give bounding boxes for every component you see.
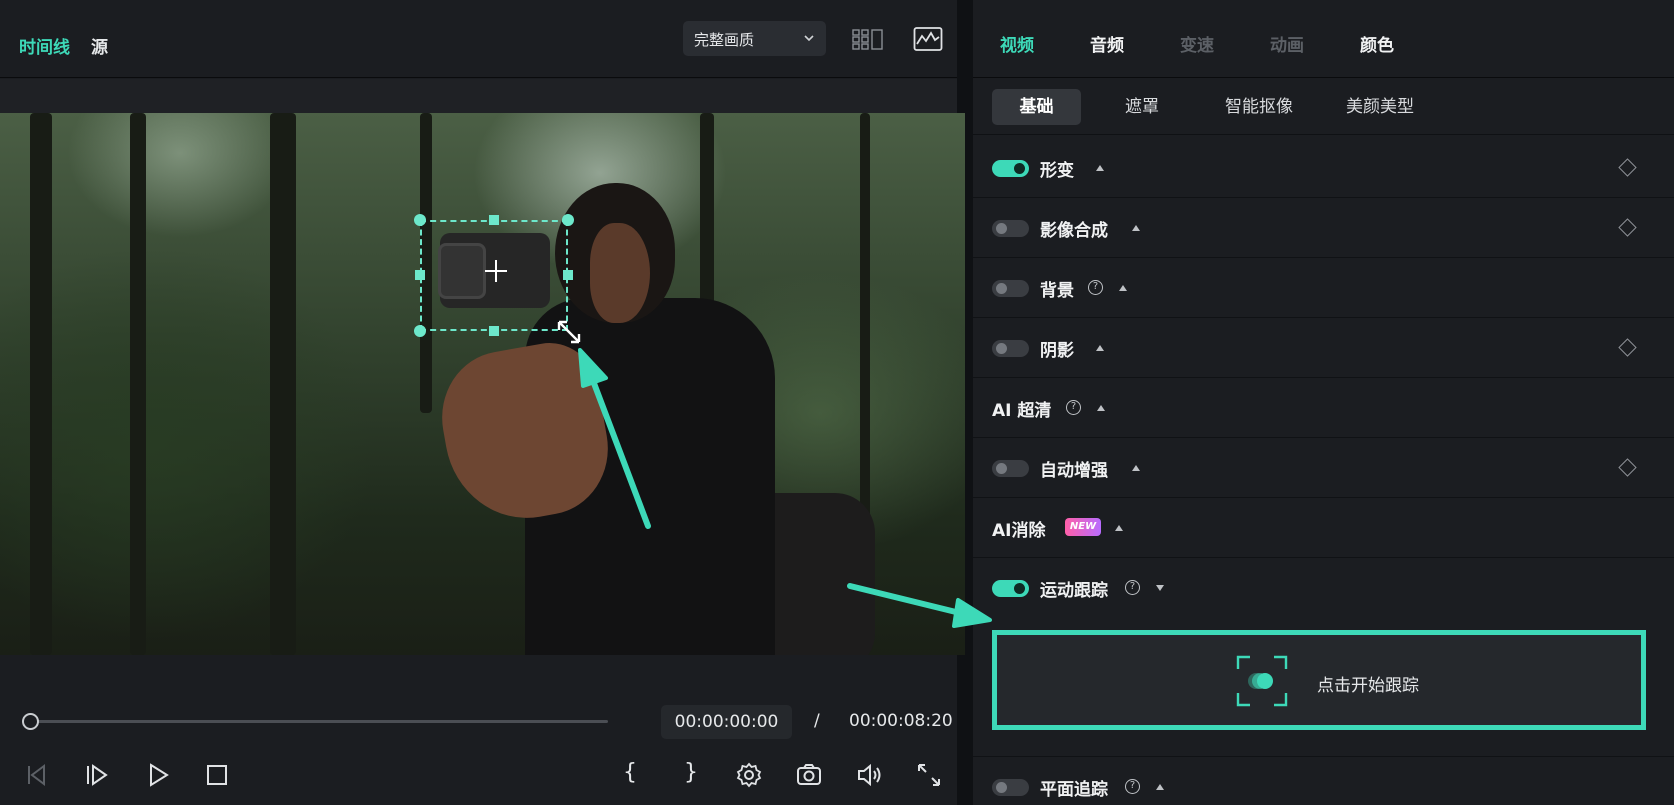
tab-color[interactable]: 颜色 — [1360, 31, 1394, 56]
tab-speed: 变速 — [1180, 36, 1214, 56]
playback-scrubber[interactable] — [30, 720, 608, 723]
resize-handle[interactable] — [414, 325, 426, 337]
caret-up-icon[interactable] — [1115, 525, 1123, 531]
waveform-scope-icon[interactable] — [913, 26, 943, 52]
subtab-beauty[interactable]: 美颜美型 — [1324, 89, 1436, 125]
person-face — [590, 223, 650, 323]
tree-trunk — [860, 113, 870, 533]
viewer-band — [0, 79, 957, 113]
resize-handle[interactable] — [489, 326, 499, 336]
crosshair-icon — [485, 260, 507, 282]
grid-icon[interactable] — [852, 28, 884, 50]
shadow-label: 阴影 — [1040, 341, 1074, 361]
start-tracking-button[interactable]: 点击开始跟踪 — [992, 630, 1646, 730]
section-ai-upscale[interactable]: AI 超清 ? — [973, 378, 1674, 438]
caret-up-icon[interactable] — [1132, 465, 1140, 471]
tab-source[interactable]: 源 — [91, 33, 108, 58]
section-compositing[interactable]: 影像合成 — [973, 198, 1674, 258]
motion-tracking-label: 运动跟踪 — [1040, 581, 1108, 601]
compositing-label: 影像合成 — [1040, 221, 1108, 241]
current-time: 00:00:00:00 — [661, 705, 792, 739]
caret-up-icon[interactable] — [1097, 405, 1105, 411]
section-ai-erase[interactable]: AI消除 NEW — [973, 498, 1674, 558]
keyframe-diamond-icon[interactable] — [1618, 338, 1637, 357]
auto-enhance-toggle[interactable] — [992, 460, 1029, 477]
transform-toggle[interactable] — [992, 160, 1029, 177]
help-icon[interactable]: ? — [1066, 400, 1081, 415]
section-shadow[interactable]: 阴影 — [973, 318, 1674, 378]
caret-down-icon[interactable] — [1156, 585, 1164, 591]
keyframe-diamond-icon[interactable] — [1618, 218, 1637, 237]
resize-handle[interactable] — [489, 215, 499, 225]
tree-trunk — [30, 113, 52, 655]
mark-in-icon[interactable]: { — [623, 760, 637, 785]
fullscreen-icon[interactable] — [916, 762, 942, 788]
snapshot-icon[interactable] — [796, 762, 822, 788]
chevron-down-icon — [804, 35, 814, 42]
subtab-smart-cutout[interactable]: 智能抠像 — [1203, 89, 1315, 125]
background-toggle[interactable] — [992, 280, 1029, 297]
subtab-basic[interactable]: 基础 — [992, 89, 1081, 125]
auto-enhance-label: 自动增强 — [1040, 461, 1108, 481]
subtab-mask[interactable]: 遮罩 — [1100, 89, 1184, 125]
keyframe-diamond-icon[interactable] — [1618, 458, 1637, 477]
caret-up-icon[interactable] — [1096, 165, 1104, 171]
section-motion-tracking[interactable]: 运动跟踪 ? — [973, 558, 1674, 618]
new-badge: NEW — [1065, 518, 1101, 536]
start-tracking-label: 点击开始跟踪 — [1317, 676, 1419, 696]
volume-icon[interactable] — [856, 762, 882, 788]
section-auto-enhance[interactable]: 自动增强 — [973, 438, 1674, 498]
tree-trunk — [130, 113, 146, 655]
resize-cursor-icon — [557, 320, 581, 344]
section-planar-tracking[interactable]: 平面追踪 ? — [973, 756, 1674, 805]
section-transform[interactable]: 形变 — [973, 138, 1674, 198]
video-preview[interactable] — [0, 113, 965, 655]
player-panel: 时间线 源 完整画质 00:00:00:00 / 00:00:08:20 {} — [0, 0, 965, 805]
quality-select[interactable]: 完整画质 — [683, 21, 826, 56]
play-icon[interactable] — [145, 762, 171, 788]
tab-audio[interactable]: 音频 — [1090, 31, 1124, 56]
property-tabs: 视频 音频 变速 动画 颜色 — [973, 0, 1674, 78]
shadow-toggle[interactable] — [992, 340, 1029, 357]
resize-handle[interactable] — [563, 270, 573, 280]
motion-tracking-toggle[interactable] — [992, 580, 1029, 597]
stop-icon[interactable] — [204, 762, 230, 788]
tree-trunk — [270, 113, 296, 655]
settings-icon[interactable] — [736, 762, 762, 788]
ai-upscale-label: AI 超清 — [992, 401, 1052, 421]
resize-handle[interactable] — [562, 214, 574, 226]
caret-up-icon[interactable] — [1119, 285, 1127, 291]
tracking-target-icon — [1236, 655, 1288, 707]
planar-tracking-label: 平面追踪 — [1040, 780, 1108, 800]
help-icon[interactable]: ? — [1125, 580, 1140, 595]
section-background[interactable]: 背景 ? — [973, 258, 1674, 318]
tab-timeline[interactable]: 时间线 — [19, 33, 70, 58]
scrubber-knob[interactable] — [22, 713, 39, 730]
properties-panel: 视频 音频 变速 动画 颜色 基础 遮罩 智能抠像 美颜美型 形变 影像合成 背… — [973, 0, 1674, 805]
tab-animation: 动画 — [1270, 36, 1304, 56]
keyframe-diamond-icon[interactable] — [1618, 158, 1637, 177]
prev-frame-icon[interactable] — [23, 762, 49, 788]
caret-up-icon[interactable] — [1156, 784, 1164, 790]
transform-label: 形变 — [1040, 161, 1074, 181]
resize-handle[interactable] — [415, 270, 425, 280]
help-icon[interactable]: ? — [1125, 779, 1140, 794]
total-time: 00:00:08:20 — [849, 711, 953, 731]
time-separator: / — [814, 711, 820, 731]
quality-label: 完整画质 — [694, 31, 755, 49]
caret-up-icon[interactable] — [1096, 345, 1104, 351]
planar-tracking-toggle[interactable] — [992, 779, 1029, 796]
mark-out-icon[interactable]: } — [684, 760, 698, 785]
sub-tabs: 基础 遮罩 智能抠像 美颜美型 — [973, 79, 1674, 135]
resize-handle[interactable] — [414, 214, 426, 226]
ai-erase-label: AI消除 — [992, 521, 1046, 541]
help-icon[interactable]: ? — [1088, 280, 1103, 295]
background-label: 背景 — [1040, 281, 1074, 301]
player-header: 时间线 源 完整画质 — [0, 0, 957, 78]
compositing-toggle[interactable] — [992, 220, 1029, 237]
next-frame-icon[interactable] — [84, 762, 110, 788]
tab-video[interactable]: 视频 — [1000, 31, 1034, 56]
caret-up-icon[interactable] — [1132, 225, 1140, 231]
